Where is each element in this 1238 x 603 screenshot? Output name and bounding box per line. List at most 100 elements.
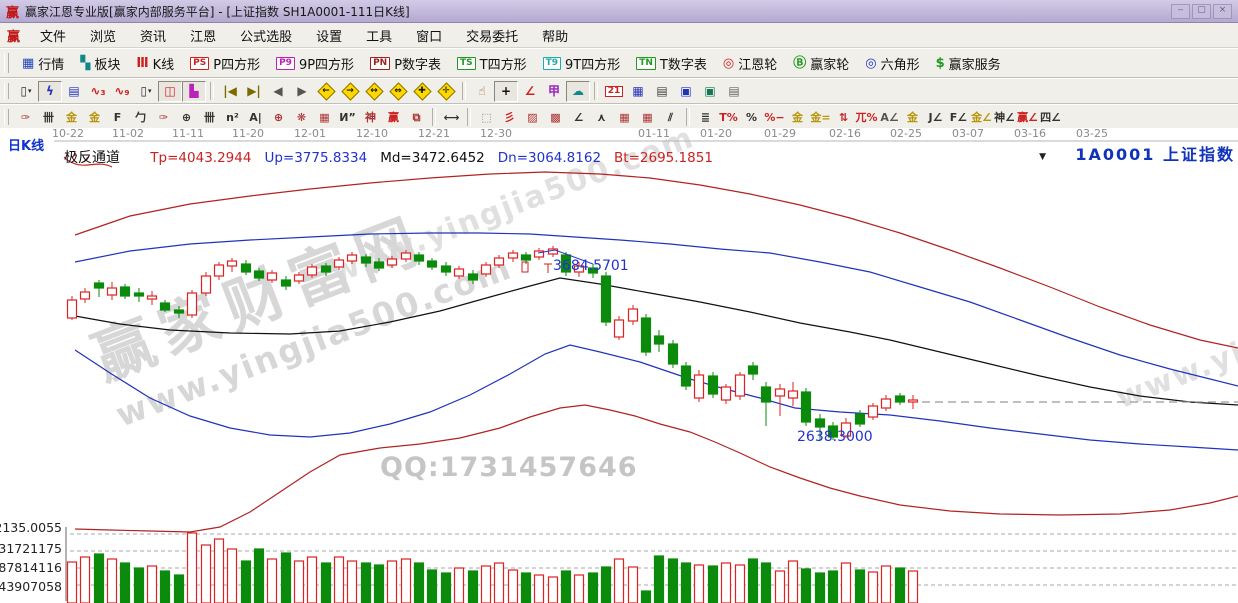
- info-list-button[interactable]: ▤: [62, 81, 86, 102]
- percent-tool[interactable]: %: [740, 107, 763, 128]
- pan-hand-button[interactable]: ☝: [470, 81, 494, 102]
- angle-tool-button[interactable]: ∠: [518, 81, 542, 102]
- smart-analyse-button[interactable]: ☁: [566, 81, 590, 102]
- zoom-in-button[interactable]: ✚: [410, 81, 434, 102]
- gold-circle-tool[interactable]: 金: [786, 107, 809, 128]
- period-button[interactable]: ▯▾: [14, 81, 38, 102]
- web-circle-tool[interactable]: ❋: [290, 107, 313, 128]
- gold-grid-tool-1[interactable]: 金: [60, 107, 83, 128]
- kline-button[interactable]: ⅢK线: [128, 51, 182, 75]
- toolbar-grip[interactable]: [4, 83, 9, 100]
- menu-item[interactable]: 公式选股: [228, 26, 304, 45]
- wave-3-button[interactable]: ∿₃: [86, 81, 110, 102]
- fan-box-tool-2[interactable]: ▩: [544, 107, 567, 128]
- quote-button[interactable]: ▦行情: [14, 51, 72, 75]
- zigzag-lines-tool[interactable]: ⋏: [590, 107, 613, 128]
- service-button[interactable]: $赢家服务: [928, 51, 1009, 75]
- menu-item[interactable]: 交易委托: [454, 26, 530, 45]
- shift-left-button[interactable]: ←: [314, 81, 338, 102]
- symbol-caret-icon[interactable]: ▼: [1039, 152, 1046, 162]
- menu-item[interactable]: 浏览: [78, 26, 128, 45]
- compass-tool[interactable]: ✑: [14, 107, 37, 128]
- t-percent-tool[interactable]: Τ%: [717, 107, 740, 128]
- t-square-button[interactable]: TST四方形: [449, 51, 535, 75]
- menu-item[interactable]: 江恩: [178, 26, 228, 45]
- calendar-button[interactable]: 21: [602, 81, 626, 102]
- zigzag-view-button[interactable]: ϟ: [38, 81, 62, 102]
- menu-item[interactable]: 资讯: [128, 26, 178, 45]
- chart-canvas[interactable]: 10-2211-0211-1111-2012-0112-1012-2112-30…: [0, 128, 1238, 603]
- circle-cross-tool[interactable]: ⊕: [267, 107, 290, 128]
- pattern-button[interactable]: ◫: [158, 81, 182, 102]
- gann-grid-tool[interactable]: 卌: [37, 107, 60, 128]
- last-page-button[interactable]: ▶|: [242, 81, 266, 102]
- n-square-tool[interactable]: n²: [221, 107, 244, 128]
- gold-slope-tool[interactable]: 金∠: [970, 107, 993, 128]
- maximize-button[interactable]: ▢: [1192, 4, 1211, 19]
- close-button[interactable]: ×: [1213, 4, 1232, 19]
- menu-item[interactable]: 工具: [354, 26, 404, 45]
- f-grid-tool[interactable]: F: [106, 107, 129, 128]
- a-slope-tool[interactable]: A∠: [878, 107, 901, 128]
- expand-h-button[interactable]: ↔: [362, 81, 386, 102]
- ying-box-tool[interactable]: 赢: [382, 107, 405, 128]
- ying-slope-tool[interactable]: 赢∠: [1016, 107, 1039, 128]
- p-table-button[interactable]: PNP数字表: [362, 51, 449, 75]
- prev-button[interactable]: ◀: [266, 81, 290, 102]
- menu-item[interactable]: 帮助: [530, 26, 580, 45]
- arrow-updown-tool[interactable]: ⇅: [832, 107, 855, 128]
- toolbar-grip[interactable]: [4, 109, 9, 126]
- angle-lines-tool[interactable]: ∠: [567, 107, 590, 128]
- notes-button[interactable]: ▤: [650, 81, 674, 102]
- title-bar[interactable]: 赢 赢家江恩专业版[赢家内部服务平台] - [上证指数 SH1A0001-111…: [0, 0, 1238, 23]
- fan-box-tool-1[interactable]: ▨: [521, 107, 544, 128]
- sectors-button[interactable]: ▚板块: [72, 51, 128, 75]
- pi-percent-tool[interactable]: 兀%: [855, 107, 878, 128]
- plain-grid-tool[interactable]: 卌: [198, 107, 221, 128]
- shen-grid-tool[interactable]: 神: [359, 107, 382, 128]
- si-slope-tool[interactable]: 四∠: [1039, 107, 1062, 128]
- wave-9-button[interactable]: ∿₉: [110, 81, 134, 102]
- export-button[interactable]: ▣: [698, 81, 722, 102]
- hexagon-button[interactable]: ◎六角形: [857, 51, 927, 75]
- width-measure-tool[interactable]: ⟷: [440, 107, 463, 128]
- shen-slope-tool[interactable]: 神∠: [993, 107, 1016, 128]
- f-slope-tool[interactable]: F∠: [947, 107, 970, 128]
- print-button[interactable]: ▤: [722, 81, 746, 102]
- shift-right-button[interactable]: →: [338, 81, 362, 102]
- percent-box-tool[interactable]: %−: [763, 107, 786, 128]
- n-quote-tool[interactable]: И”: [336, 107, 359, 128]
- toolbar-grip[interactable]: [4, 53, 9, 73]
- menu-item[interactable]: 窗口: [404, 26, 454, 45]
- a-angle-tool[interactable]: A|: [244, 107, 267, 128]
- gold-lines-tool[interactable]: 金=: [809, 107, 832, 128]
- candle-style-button[interactable]: ▯▾: [134, 81, 158, 102]
- crosshair-button[interactable]: +: [494, 81, 518, 102]
- compress-h-button[interactable]: ⇔: [386, 81, 410, 102]
- zoom-all-button[interactable]: ✛: [434, 81, 458, 102]
- winner-wheel-button[interactable]: Ⓑ赢家轮: [785, 51, 857, 75]
- parallel-lines-tool[interactable]: ⫽: [659, 107, 682, 128]
- first-page-button[interactable]: |◀: [218, 81, 242, 102]
- menu-item[interactable]: 文件: [28, 26, 78, 45]
- next-button[interactable]: ▶: [290, 81, 314, 102]
- save-button[interactable]: ▣: [674, 81, 698, 102]
- j-slope-tool[interactable]: J∠: [924, 107, 947, 128]
- hook-grid-tool[interactable]: 勹: [129, 107, 152, 128]
- gann-wheel-button[interactable]: ◎江恩轮: [715, 51, 785, 75]
- grid-circle-tool[interactable]: ▦: [313, 107, 336, 128]
- minimize-button[interactable]: ‒: [1171, 4, 1190, 19]
- calculator-button[interactable]: ▦: [626, 81, 650, 102]
- p-square-button[interactable]: PSP四方形: [182, 51, 268, 75]
- gann-tool-button[interactable]: 甲: [542, 81, 566, 102]
- 9t-square-button[interactable]: T99T四方形: [535, 51, 629, 75]
- histogram-button[interactable]: ▙: [182, 81, 206, 102]
- knife-tool[interactable]: ✑: [152, 107, 175, 128]
- price-ladder-tool[interactable]: ≣: [694, 107, 717, 128]
- grid-box-tool-2[interactable]: ▦: [636, 107, 659, 128]
- t-table-button[interactable]: TNT数字表: [628, 51, 715, 75]
- menu-item[interactable]: 设置: [304, 26, 354, 45]
- ruler-tool[interactable]: ⧉: [405, 107, 428, 128]
- 9p-square-button[interactable]: P99P四方形: [268, 51, 362, 75]
- box-select-tool[interactable]: ⬚: [475, 107, 498, 128]
